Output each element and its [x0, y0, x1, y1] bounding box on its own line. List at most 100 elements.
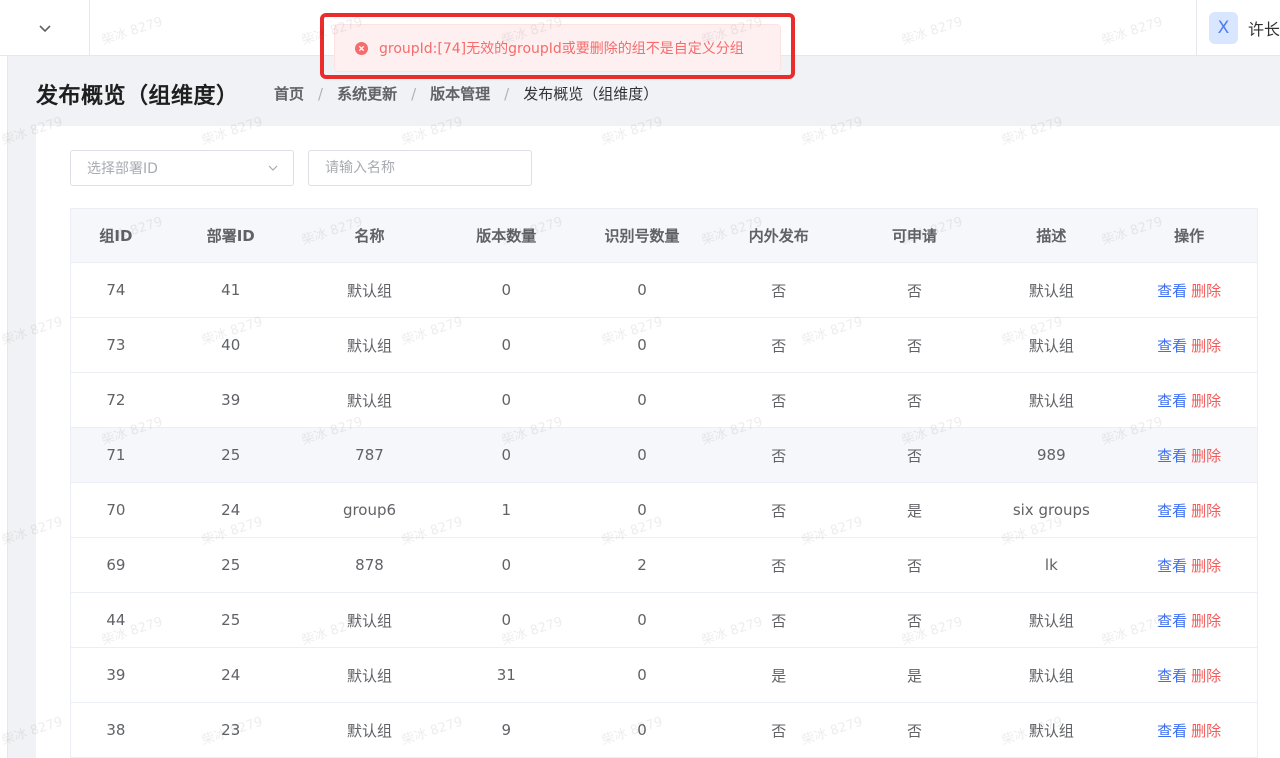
- applicable-cell: 否: [907, 336, 923, 355]
- deploy-id-cell: 39: [221, 391, 241, 409]
- version-count-cell: 31: [496, 666, 516, 684]
- publish-scope-cell: 否: [771, 611, 787, 630]
- description-cell: 默认组: [1028, 391, 1074, 410]
- deploy-id-cell: 25: [221, 446, 241, 464]
- name-cell: 787: [355, 446, 384, 464]
- version-count-cell: 0: [501, 556, 512, 574]
- identifier-count-cell: 2: [637, 556, 647, 574]
- actions-cell: 查看 删除: [1121, 593, 1257, 647]
- identifier-count-cell: 0: [637, 666, 647, 684]
- group-id-cell: 38: [106, 721, 126, 739]
- group-id-cell: 73: [106, 336, 126, 354]
- deploy-id-cell: 25: [221, 556, 241, 574]
- view-link[interactable]: 查看: [1157, 720, 1187, 741]
- description-cell: 默认组: [1028, 281, 1074, 300]
- deploy-id-cell: 24: [221, 666, 241, 684]
- table-row: 74 41 默认组 0 0 否 否 默认组 查看 删除: [71, 263, 1257, 318]
- description-cell: 989: [1037, 446, 1066, 464]
- delete-link[interactable]: 删除: [1191, 555, 1221, 576]
- view-link[interactable]: 查看: [1157, 555, 1187, 576]
- view-link[interactable]: 查看: [1157, 280, 1187, 301]
- actions-cell: 查看 删除: [1121, 428, 1257, 482]
- description-cell: lk: [1044, 556, 1058, 574]
- deploy-id-select-placeholder: 选择部署ID: [87, 161, 158, 177]
- view-link[interactable]: 查看: [1157, 445, 1187, 466]
- publish-scope-cell: 否: [771, 336, 787, 355]
- applicable-cell: 否: [907, 556, 923, 575]
- description-cell: 默认组: [1028, 336, 1074, 355]
- delete-link[interactable]: 删除: [1191, 500, 1221, 521]
- page-title: 发布概览（组维度）: [36, 84, 239, 109]
- name-cell: 默认组: [346, 611, 392, 630]
- user-name: 许长: [1247, 20, 1280, 39]
- version-count-cell: 1: [501, 501, 512, 519]
- delete-link[interactable]: 删除: [1191, 720, 1221, 741]
- error-circle-icon: [355, 41, 368, 55]
- delete-link[interactable]: 删除: [1191, 335, 1221, 356]
- description-cell: 默认组: [1028, 721, 1074, 740]
- sidebar-toggle-button[interactable]: [0, 0, 90, 56]
- group-id-cell: 44: [106, 611, 126, 629]
- applicable-cell: 是: [907, 666, 923, 685]
- view-link[interactable]: 查看: [1157, 390, 1187, 411]
- table-row: 69 25 878 0 2 否 否 lk 查看 删除: [71, 538, 1257, 593]
- name-cell: 默认组: [346, 391, 392, 410]
- sidebar-edge: [0, 56, 8, 758]
- actions-cell: 查看 删除: [1121, 483, 1257, 537]
- view-link[interactable]: 查看: [1157, 335, 1187, 356]
- view-link[interactable]: 查看: [1157, 610, 1187, 631]
- table-row: 72 39 默认组 0 0 否 否 默认组 查看 删除: [71, 373, 1257, 428]
- applicable-cell: 否: [907, 281, 923, 300]
- description-cell: six groups: [1012, 501, 1090, 519]
- table-body: 74 41 默认组 0 0 否否默认组 查看 删除 73 40 默认组 0 0 否否默认组 查看 删除 72 39…: [71, 263, 1257, 758]
- identifier-count-cell: 0: [637, 611, 647, 629]
- identifier-count-cell: 0: [637, 446, 647, 464]
- publish-scope-cell: 否: [771, 556, 787, 575]
- table-row: 73 40 默认组 0 0 否 否 默认组 查看 删除: [71, 318, 1257, 373]
- table-row: 39 24 默认组 31 0 是 是 默认组 查看 删除: [71, 648, 1257, 703]
- breadcrumb-version-management[interactable]: 版本管理: [430, 83, 490, 104]
- version-count-cell: 0: [501, 391, 512, 409]
- column-header: 描述: [1036, 227, 1067, 245]
- identifier-count-cell: 0: [637, 501, 647, 519]
- identifier-count-cell: 0: [637, 721, 647, 739]
- breadcrumb: 首页 / 系统更新 / 版本管理 / 发布概览（组维度）: [274, 83, 658, 104]
- table-header: 组ID 部署ID 名称 版本数量 识别号数量 内外发布 可申请 描述 操作: [71, 209, 1257, 263]
- group-id-cell: 74: [106, 281, 126, 299]
- name-cell: 默认组: [346, 281, 392, 300]
- delete-link[interactable]: 删除: [1191, 610, 1221, 631]
- delete-link[interactable]: 删除: [1191, 665, 1221, 686]
- column-header: 操作: [1174, 227, 1205, 245]
- deploy-id-cell: 23: [221, 721, 241, 739]
- name-search-input[interactable]: [308, 150, 532, 186]
- description-cell: 默认组: [1028, 611, 1074, 630]
- view-link[interactable]: 查看: [1157, 500, 1187, 521]
- applicable-cell: 否: [907, 611, 923, 630]
- deploy-id-cell: 40: [221, 336, 241, 354]
- deploy-id-cell: 41: [221, 281, 241, 299]
- deploy-id-select[interactable]: 选择部署ID: [70, 150, 294, 186]
- version-count-cell: 0: [501, 281, 512, 299]
- error-toast: groupId:[74]无效的groupId或要删除的组不是自定义分组: [334, 24, 781, 72]
- delete-link[interactable]: 删除: [1191, 390, 1221, 411]
- view-link[interactable]: 查看: [1157, 665, 1187, 686]
- name-cell: 878: [355, 556, 384, 574]
- name-cell: 默认组: [346, 666, 392, 685]
- breadcrumb-home[interactable]: 首页: [274, 83, 304, 104]
- chevron-down-icon: [268, 165, 278, 171]
- user-menu[interactable]: X 许长: [1196, 0, 1280, 56]
- chevron-down-icon: [38, 25, 51, 33]
- version-count-cell: 0: [501, 336, 512, 354]
- applicable-cell: 否: [907, 446, 923, 465]
- deploy-id-cell: 24: [221, 501, 241, 519]
- delete-link[interactable]: 删除: [1191, 445, 1221, 466]
- column-header: 部署ID: [206, 227, 255, 245]
- column-header: 组ID: [99, 227, 133, 245]
- column-header: 名称: [354, 227, 385, 245]
- table-row: 71 25 787 0 0 否 否 989 查看 删除: [71, 428, 1257, 483]
- actions-cell: 查看 删除: [1121, 263, 1257, 317]
- delete-link[interactable]: 删除: [1191, 280, 1221, 301]
- group-id-cell: 70: [106, 501, 126, 519]
- breadcrumb-system-update[interactable]: 系统更新: [337, 83, 397, 104]
- description-cell: 默认组: [1028, 666, 1074, 685]
